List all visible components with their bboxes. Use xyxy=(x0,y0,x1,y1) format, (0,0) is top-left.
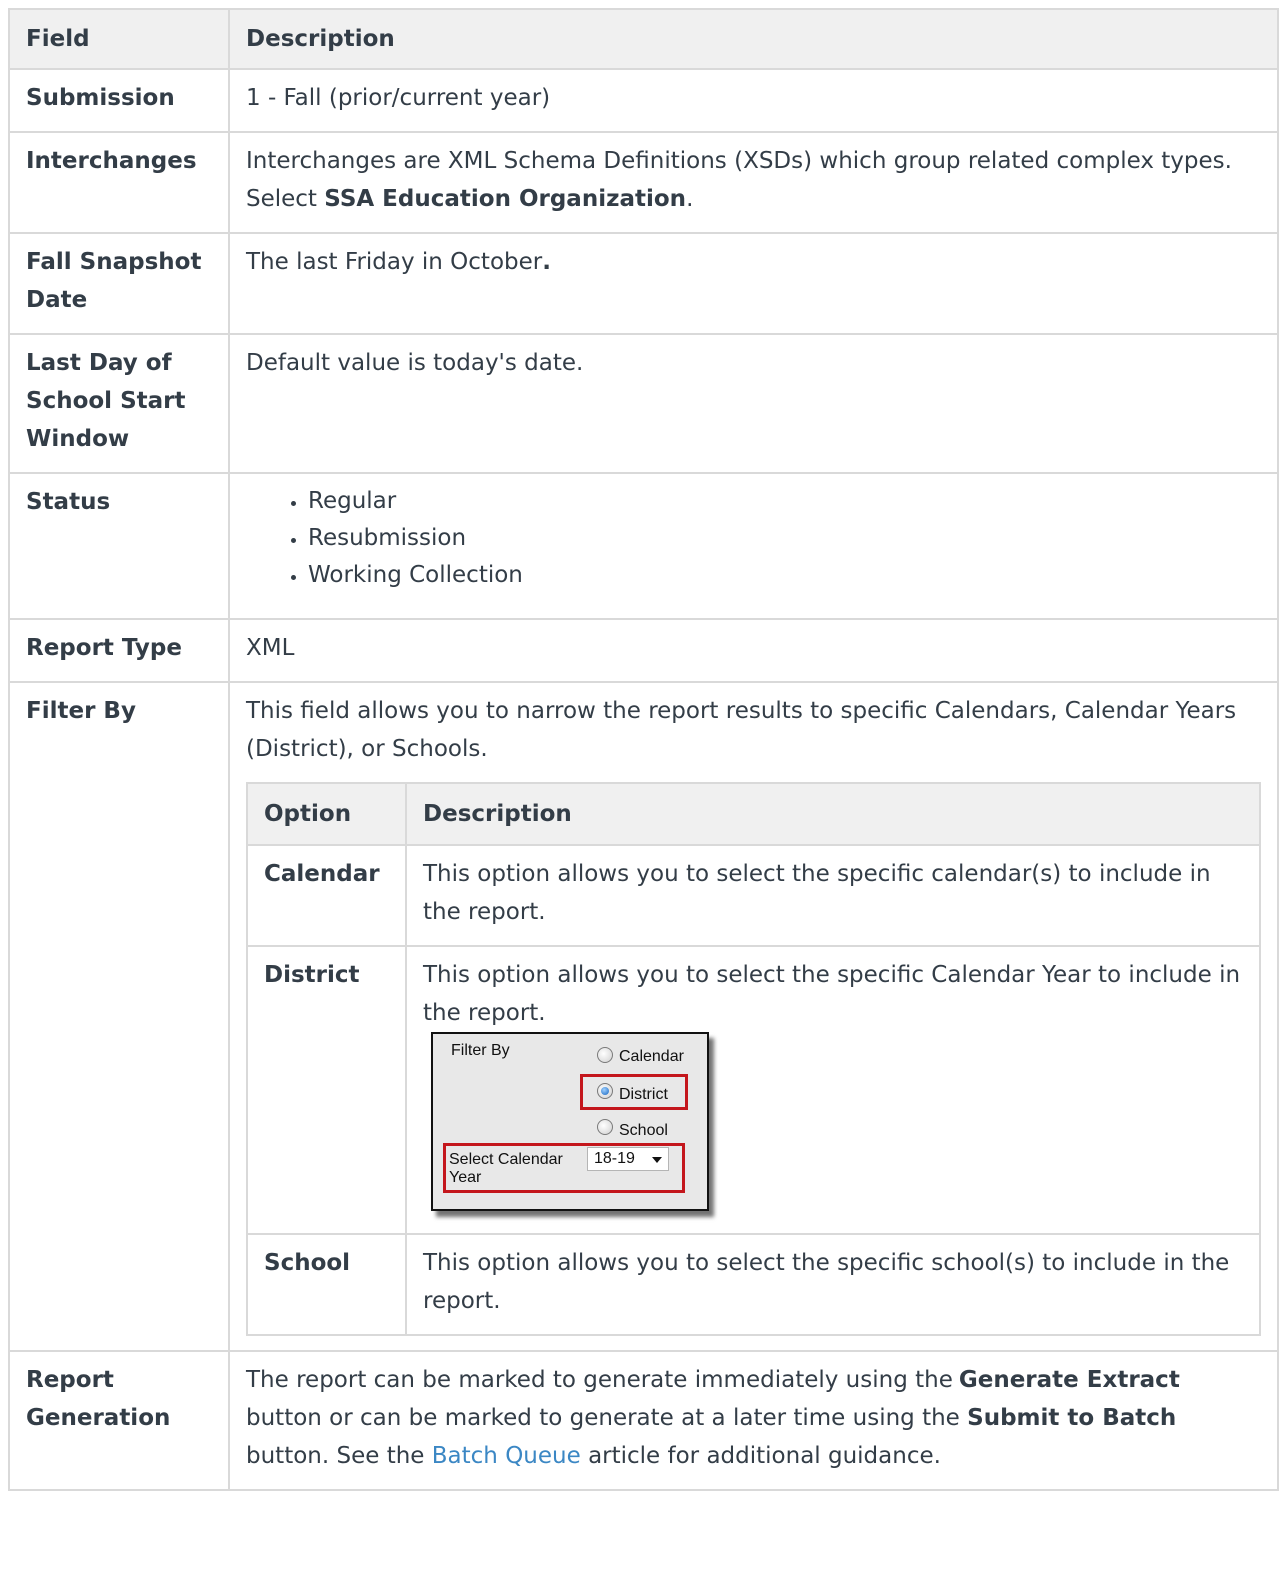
batch-queue-link[interactable]: Batch Queue xyxy=(432,1443,581,1469)
field-description: Default value is today's date. xyxy=(228,333,1279,474)
filter-options-table: Option Description Calendar This option … xyxy=(246,782,1261,1336)
field-name: Status xyxy=(8,472,230,620)
calendar-year-select[interactable]: 18-19 xyxy=(587,1147,669,1171)
table-row-district: District This option allows you to selec… xyxy=(246,945,1261,1235)
list-item: Working Collection xyxy=(308,557,1261,594)
select-value: SSA Education Organization xyxy=(324,186,687,212)
school-radio[interactable] xyxy=(597,1119,613,1135)
field-name: Interchanges xyxy=(8,131,230,234)
table-row-school: School This option allows you to select … xyxy=(246,1233,1261,1336)
option-name: District xyxy=(246,945,407,1235)
table-row-interchanges: Interchanges Interchanges are XML Schema… xyxy=(8,131,1279,234)
header-description: Description xyxy=(228,8,1279,70)
header-field: Field xyxy=(8,8,230,70)
field-name: Report Generation xyxy=(8,1350,230,1491)
field-name: Last Day of School Start Window xyxy=(8,333,230,474)
list-item: Regular xyxy=(308,483,1261,520)
field-name: Filter By xyxy=(8,681,230,1352)
table-row-submission: Submission 1 - Fall (prior/current year) xyxy=(8,68,1279,133)
table-row-report-generation: Report Generation The report can be mark… xyxy=(8,1350,1279,1491)
filter-by-text: This field allows you to narrow the repo… xyxy=(246,698,1237,762)
fall-snapshot-period: . xyxy=(542,249,551,275)
fall-snapshot-text: The last Friday in October xyxy=(246,249,543,275)
inner-header-option: Option xyxy=(246,782,407,846)
report-generation-text-2: button or can be marked to generate at a… xyxy=(246,1405,960,1431)
school-radio-label: School xyxy=(619,1122,668,1139)
select-prefix: Select xyxy=(246,186,317,212)
table-row-calendar: Calendar This option allows you to selec… xyxy=(246,844,1261,947)
screenshot-filter-by-label: Filter By xyxy=(451,1042,510,1059)
field-description-table: Field Description Submission 1 - Fall (p… xyxy=(8,8,1279,1491)
chevron-down-icon xyxy=(652,1157,662,1163)
table-row-filter-by: Filter By This field allows you to narro… xyxy=(8,681,1279,1352)
table-row-status: Status Regular Resubmission Working Coll… xyxy=(8,472,1279,620)
field-name: Report Type xyxy=(8,618,230,683)
field-description: Interchanges are XML Schema Definitions … xyxy=(228,131,1279,234)
district-radio-label: District xyxy=(619,1086,668,1103)
field-description: Regular Resubmission Working Collection xyxy=(228,472,1279,620)
status-list: Regular Resubmission Working Collection xyxy=(246,483,1261,594)
field-name: Submission xyxy=(8,68,230,133)
table-row-fall-snapshot-date: Fall Snapshot Date The last Friday in Oc… xyxy=(8,232,1279,335)
option-description: This option allows you to select the spe… xyxy=(405,844,1261,947)
field-description: The last Friday in October. xyxy=(228,232,1279,335)
select-suffix: . xyxy=(686,186,694,212)
table-header-row: Field Description xyxy=(8,8,1279,70)
calendar-radio-label: Calendar xyxy=(619,1048,684,1065)
field-name: Fall Snapshot Date xyxy=(8,232,230,335)
interchanges-text: Interchanges are XML Schema Definitions … xyxy=(246,148,1232,174)
select-calendar-year-label: Select Calendar Year xyxy=(449,1151,563,1186)
field-description: XML xyxy=(228,618,1279,683)
calendar-year-value: 18-19 xyxy=(594,1150,635,1167)
report-generation-text-1: The report can be marked to generate imm… xyxy=(246,1367,953,1393)
district-text: This option allows you to select the spe… xyxy=(423,962,1241,1026)
option-description: This option allows you to select the spe… xyxy=(405,945,1261,1235)
field-description: 1 - Fall (prior/current year) xyxy=(228,68,1279,133)
field-description: This field allows you to narrow the repo… xyxy=(228,681,1279,1352)
table-row-last-day: Last Day of School Start Window Default … xyxy=(8,333,1279,474)
calendar-radio[interactable] xyxy=(597,1047,613,1063)
table-row-report-type: Report Type XML xyxy=(8,618,1279,683)
field-description: The report can be marked to generate imm… xyxy=(228,1350,1279,1491)
report-generation-text-3: button. See the xyxy=(246,1443,425,1469)
filter-by-screenshot: Filter By Calendar District School Selec… xyxy=(431,1032,709,1211)
inner-header-description: Description xyxy=(405,782,1261,846)
option-name: School xyxy=(246,1233,407,1336)
submit-to-batch-label: Submit to Batch xyxy=(967,1405,1177,1431)
report-generation-text-4: article for additional guidance. xyxy=(588,1443,941,1469)
district-radio[interactable] xyxy=(597,1083,613,1099)
list-item: Resubmission xyxy=(308,520,1261,557)
option-name: Calendar xyxy=(246,844,407,947)
generate-extract-label: Generate Extract xyxy=(958,1367,1180,1393)
option-description: This option allows you to select the spe… xyxy=(405,1233,1261,1336)
inner-header-row: Option Description xyxy=(246,782,1261,846)
